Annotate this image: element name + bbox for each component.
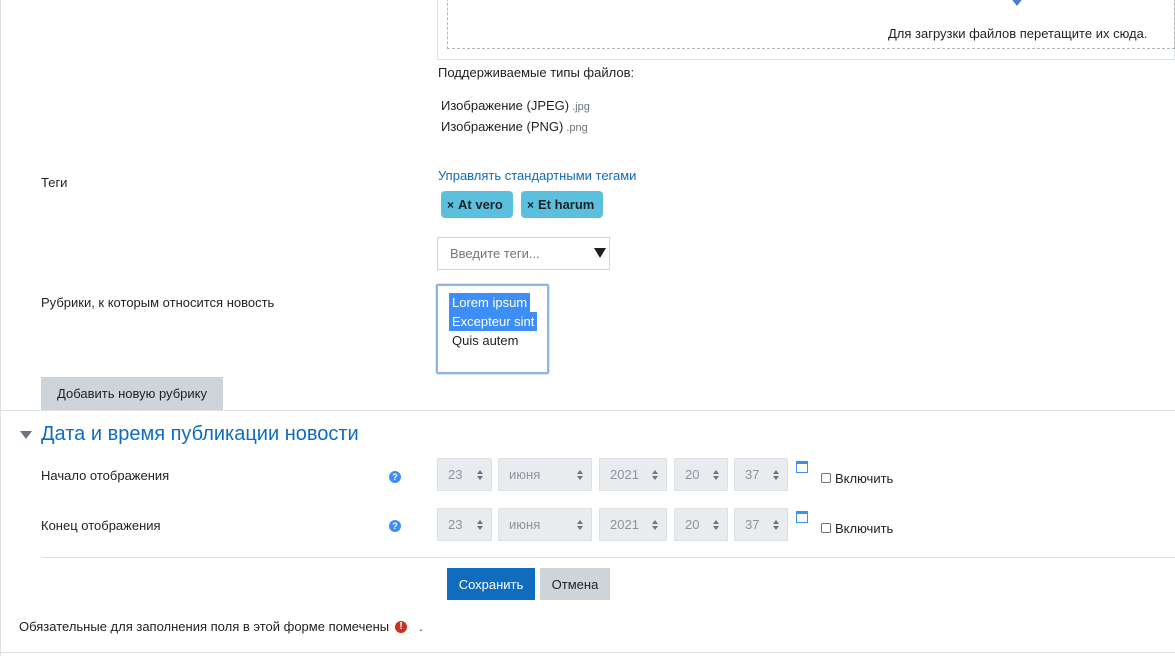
page-frame-bottom	[0, 652, 1175, 653]
updown-icon	[773, 469, 779, 480]
select-value: 20	[685, 467, 700, 482]
select-value: 37	[745, 517, 760, 532]
end-display-label: Конец отображения	[41, 518, 161, 533]
updown-icon	[477, 519, 483, 530]
required-fields-note: Обязательные для заполнения поля в этой …	[19, 619, 423, 634]
start-enable-checkbox[interactable]	[821, 473, 831, 483]
updown-icon	[773, 519, 779, 530]
tag-label: At vero	[458, 197, 503, 212]
select-value: 23	[448, 467, 463, 482]
start-display-label: Начало отображения	[41, 468, 170, 483]
end-minute-select[interactable]: 37	[734, 508, 788, 541]
end-enable-label[interactable]: Включить	[835, 521, 893, 536]
question-circle-icon[interactable]: ?	[389, 471, 401, 483]
select-value: июня	[509, 517, 541, 532]
rubrics-label: Рубрики, к которым относится новость	[41, 295, 275, 310]
question-circle-icon[interactable]: ?	[389, 520, 401, 532]
remove-tag-icon[interactable]: ×	[447, 198, 454, 212]
tag-et-harum[interactable]: × Et harum	[521, 191, 603, 218]
start-day-select[interactable]: 23	[437, 458, 492, 491]
end-month-select[interactable]: июня	[498, 508, 592, 541]
manage-standard-tags-link[interactable]: Управлять стандартными тегами	[438, 168, 636, 183]
updown-icon	[477, 469, 483, 480]
end-enable-checkbox[interactable]	[821, 523, 831, 533]
updown-icon	[652, 519, 658, 530]
updown-icon	[652, 469, 658, 480]
select-value: 2021	[610, 467, 639, 482]
dropzone-text: Для загрузки файлов перетащите их сюда.	[888, 26, 1148, 41]
select-value: июня	[509, 467, 541, 482]
start-hour-select[interactable]: 20	[674, 458, 728, 491]
cancel-button[interactable]: Отмена	[540, 568, 610, 600]
save-button[interactable]: Сохранить	[447, 568, 535, 600]
rubric-option[interactable]: Excepteur sint	[449, 312, 538, 331]
select-value: 2021	[610, 517, 639, 532]
start-minute-select[interactable]: 37	[734, 458, 788, 491]
tag-dropdown-arrow-icon[interactable]	[594, 248, 606, 258]
arrow-down-icon	[1012, 0, 1022, 6]
tag-at-vero[interactable]: × At vero	[441, 191, 513, 218]
rubric-option[interactable]: Quis autem	[449, 331, 521, 350]
updown-icon	[577, 469, 583, 480]
end-hour-select[interactable]: 20	[674, 508, 728, 541]
supported-types-label: Поддерживаемые типы файлов:	[438, 65, 635, 80]
start-year-select[interactable]: 2021	[599, 458, 667, 491]
file-dropzone[interactable]	[447, 0, 1175, 49]
file-type-png: Изображение (PNG) .png	[441, 119, 588, 134]
tags-label: Теги	[41, 175, 68, 190]
end-day-select[interactable]: 23	[437, 508, 492, 541]
updown-icon	[577, 519, 583, 530]
updown-icon	[713, 519, 719, 530]
add-rubric-button[interactable]: Добавить новую рубрику	[41, 377, 223, 410]
tag-search-input[interactable]	[437, 237, 610, 270]
required-note-suffix: .	[419, 619, 423, 634]
tag-label: Et harum	[538, 197, 595, 212]
file-type-ext: .jpg	[572, 101, 590, 113]
updown-icon	[713, 469, 719, 480]
rubrics-multiselect[interactable]: Lorem ipsum Excepteur sint Quis autem	[436, 284, 549, 374]
select-value: 23	[448, 517, 463, 532]
calendar-icon[interactable]	[796, 461, 808, 473]
calendar-icon[interactable]	[796, 511, 808, 523]
select-value: 20	[685, 517, 700, 532]
file-type-ext: .png	[566, 122, 588, 134]
rubric-option[interactable]: Lorem ipsum	[449, 293, 531, 312]
file-type-name: Изображение (PNG)	[441, 119, 564, 134]
file-type-name: Изображение (JPEG)	[441, 98, 570, 113]
section-divider	[0, 410, 1175, 411]
start-enable-label[interactable]: Включить	[835, 471, 893, 486]
file-type-jpeg: Изображение (JPEG) .jpg	[441, 98, 590, 113]
section-title[interactable]: Дата и время публикации новости	[41, 423, 359, 446]
exclamation-circle-icon: !	[395, 620, 408, 633]
end-year-select[interactable]: 2021	[599, 508, 667, 541]
select-value: 37	[745, 467, 760, 482]
remove-tag-icon[interactable]: ×	[527, 198, 534, 212]
actions-divider	[41, 557, 1175, 558]
required-note-text: Обязательные для заполнения поля в этой …	[19, 619, 390, 634]
page-frame-left	[0, 0, 1, 656]
start-month-select[interactable]: июня	[498, 458, 592, 491]
caret-down-icon[interactable]	[20, 431, 32, 439]
